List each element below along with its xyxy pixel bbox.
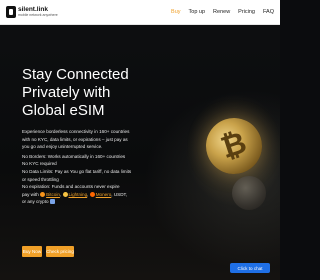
any-crypto-line: or any crypto [22,198,192,206]
headline-line-2: Privately with [22,84,111,101]
nav-item-top-up[interactable]: Top up [189,9,206,15]
lightning-icon [62,191,68,197]
hero-description: Experience borderless connectivity in 16… [22,128,192,206]
feature-no-data-limits-cont: or speed throttling [22,176,59,182]
pay-with-label: pay with [22,191,39,197]
check-pricing-button[interactable]: Check pricing [46,246,74,257]
desc-line-3: you go and enjoy uninterrupted service. [22,144,103,150]
bitcoin-symbol-icon: ₿ [217,126,251,165]
nav-item-faq[interactable]: FAQ [263,9,274,15]
monero-icon [89,191,95,197]
feature-no-kyc: No KYC required [22,161,57,167]
logo-icon [6,6,16,18]
feature-no-expiration: No expiration: Funds and accounts never … [22,184,120,190]
monero-link[interactable]: Monero [96,192,112,197]
nav-item-pricing[interactable]: Pricing [238,9,255,15]
headline-line-1: Stay Connected [22,66,129,83]
feature-no-data-limits: No Data Limits: Pay as You go flat tarif… [22,168,132,174]
click-to-chat-button[interactable]: Click to chat [230,263,270,273]
desc-line-2: with no KYC, data limits, or expirations… [22,136,128,142]
desc-line-1: Experience borderless connectivity in 16… [22,129,130,134]
bitcoin-coin-image: ₿ [198,110,270,182]
brand-logo[interactable]: silent.link mobile network anywhere [6,4,58,20]
lightning-link[interactable]: Lightning [69,192,88,197]
logo-text: silent.link mobile network anywhere [18,6,58,18]
any-crypto-text: or any crypto [22,199,49,205]
pay-with-line: pay with Bitcoin, Lightning, Monero, USD… [22,191,128,197]
nav-item-buy[interactable]: Buy [171,9,180,15]
hero-headline: Stay Connected Privately with Global eSI… [22,66,212,120]
navbar: silent.link mobile network anywhere Buy … [0,0,280,25]
headline-line-3: Global eSIM [22,102,105,119]
crypto-coin-image [232,176,266,210]
nav-item-renew[interactable]: Renew [213,9,230,15]
bitcoin-icon [40,191,46,197]
usdt-text: USDT, [113,191,128,197]
buy-now-button[interactable]: Buy Now [22,246,42,257]
bitcoin-link[interactable]: Bitcoin [46,192,60,197]
nav-links: Buy Top up Renew Pricing FAQ [163,0,274,24]
feature-no-borders: No Borders: Works automatically in 160+ … [22,153,126,159]
brand-subtitle: mobile network anywhere [18,13,58,17]
crypto-emoji-icon [49,199,55,205]
